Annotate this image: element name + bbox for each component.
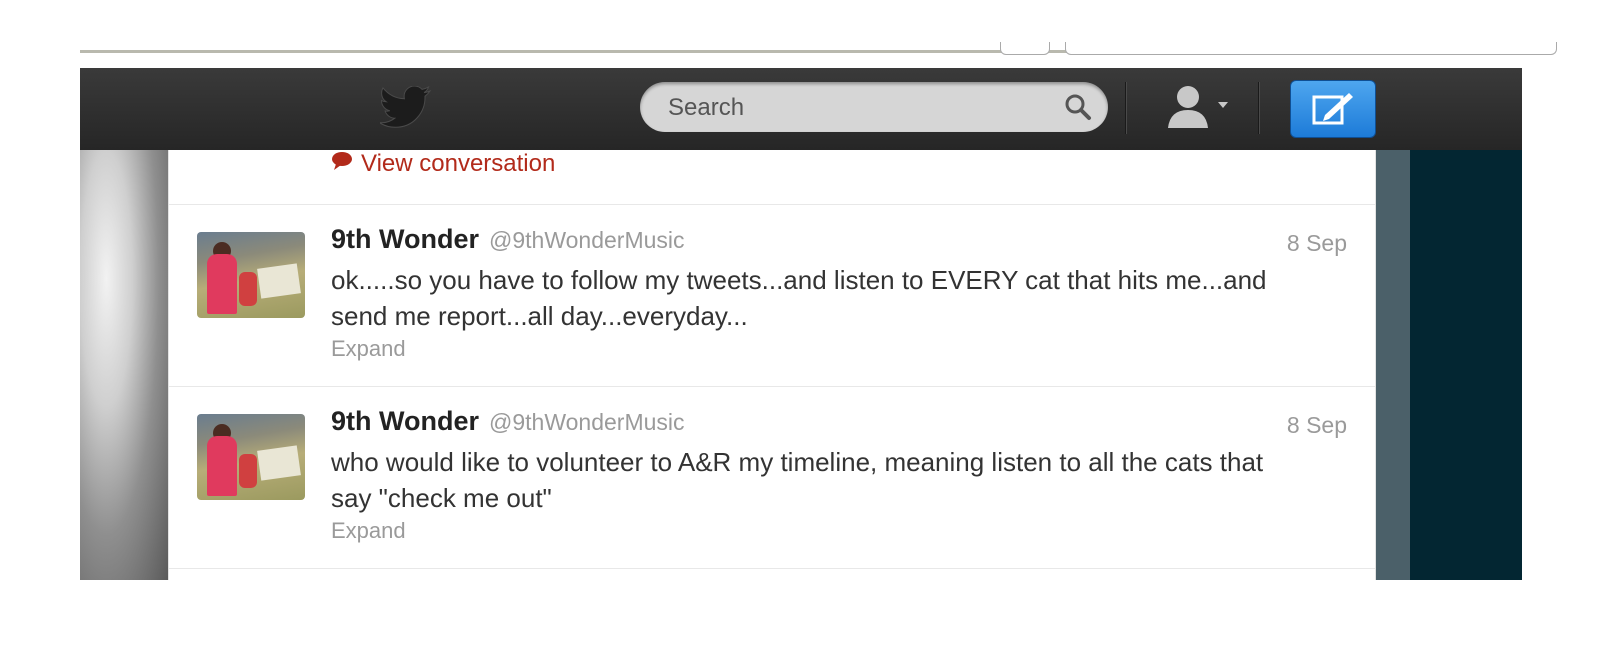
search-input[interactable] — [666, 91, 1050, 125]
tweet-expand-link[interactable]: Expand — [331, 336, 406, 362]
tweet-stream: View conversation 9th Wonder @9thWonderM… — [168, 150, 1376, 580]
search-box[interactable] — [640, 82, 1108, 132]
profile-background-image — [80, 150, 168, 580]
tweet-timestamp[interactable]: 8 Sep — [1287, 412, 1347, 439]
tweet-timestamp[interactable]: 8 Sep — [1287, 230, 1347, 257]
tweet-item[interactable]: 9th Wonder @9thWonderMusic 8 Sep ok.....… — [169, 204, 1375, 387]
tweet-item[interactable]: 9th Wonder @9thWonderMusic 8 Sep who wou… — [169, 386, 1375, 569]
tweet-text: ok.....so you have to follow my tweets..… — [331, 265, 1267, 331]
tweet-text: who would like to volunteer to A&R my ti… — [331, 447, 1264, 513]
browser-chrome-strip — [80, 40, 1557, 68]
user-menu-button[interactable] — [1160, 82, 1240, 134]
avatar-detail — [257, 263, 301, 299]
page-background-right — [1410, 150, 1522, 580]
tweet-header: 9th Wonder @9thWonderMusic — [331, 406, 685, 437]
nav-divider — [1125, 82, 1126, 134]
avatar-detail — [207, 254, 237, 314]
tweet-author-name[interactable]: 9th Wonder — [331, 224, 479, 255]
top-navigation-bar — [80, 68, 1522, 151]
twitter-bird-icon[interactable] — [379, 85, 432, 128]
compose-icon — [1311, 91, 1355, 132]
sidebar-edge — [1374, 150, 1410, 580]
view-conversation-link[interactable]: View conversation — [331, 150, 555, 178]
tweet-header: 9th Wonder @9thWonderMusic — [331, 224, 685, 255]
conversation-row: View conversation — [169, 150, 1375, 205]
avatar[interactable] — [197, 414, 305, 500]
avatar-detail — [257, 445, 301, 481]
avatar-detail — [239, 272, 257, 306]
browser-address-bar[interactable] — [1065, 42, 1557, 55]
speech-bubble-icon — [331, 150, 353, 178]
avatar[interactable] — [197, 232, 305, 318]
view-conversation-label: View conversation — [361, 150, 556, 177]
avatar-detail — [207, 436, 237, 496]
compose-tweet-button[interactable] — [1290, 80, 1376, 138]
browser-button[interactable] — [1000, 42, 1050, 55]
nav-divider-2 — [1258, 82, 1259, 134]
search-icon[interactable] — [1064, 93, 1092, 121]
tweet-author-handle[interactable]: @9thWonderMusic — [489, 227, 685, 254]
tweet-expand-link[interactable]: Expand — [331, 518, 406, 544]
tweet-author-handle[interactable]: @9thWonderMusic — [489, 409, 685, 436]
avatar-detail — [239, 454, 257, 488]
tweet-author-name[interactable]: 9th Wonder — [331, 406, 479, 437]
